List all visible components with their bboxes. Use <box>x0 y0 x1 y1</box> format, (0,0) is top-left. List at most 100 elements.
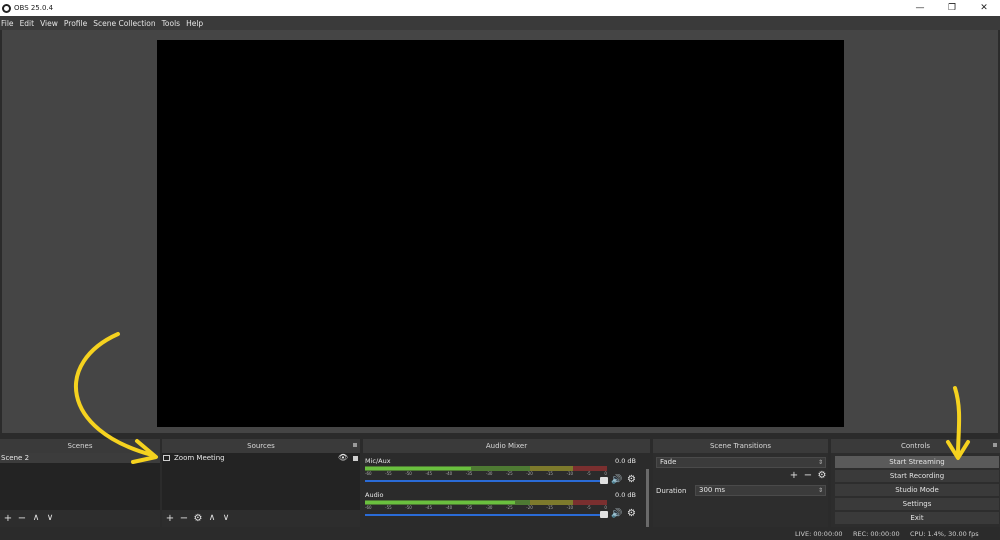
live-timer: LIVE: 00:00:00 <box>795 530 843 538</box>
audio-mixer-dock: Audio Mixer Mic/Aux 0.0 dB -60 -55 -50 -… <box>363 439 650 537</box>
tick-label: -30 <box>485 471 493 476</box>
add-scene-button[interactable]: + <box>1 512 15 524</box>
tick-label: -25 <box>506 505 513 510</box>
channel-db: 0.0 dB <box>615 457 636 465</box>
meter-level <box>365 501 516 504</box>
volume-slider-handle[interactable] <box>600 477 608 484</box>
tick-label: -55 <box>385 471 392 476</box>
start-recording-button[interactable]: Start Recording <box>835 470 999 482</box>
move-scene-up-button[interactable]: ∧ <box>29 512 43 524</box>
source-item[interactable]: Zoom Meeting 👁 <box>162 453 360 463</box>
preview-area <box>2 30 998 433</box>
menu-view[interactable]: View <box>40 19 58 28</box>
rec-timer: REC: 00:00:00 <box>853 530 900 538</box>
eye-icon[interactable]: 👁 <box>338 453 348 463</box>
scene-transitions-title-label: Scene Transitions <box>709 442 772 450</box>
duration-value: 300 ms <box>699 486 726 494</box>
tick-label: -35 <box>465 505 473 510</box>
transition-value: Fade <box>660 458 677 466</box>
move-source-up-button[interactable]: ∧ <box>205 512 219 524</box>
channel-settings-gear-icon[interactable]: ⚙ <box>627 508 636 519</box>
title-bar: OBS 25.0.4 — ❐ ✕ <box>0 0 1000 16</box>
source-properties-gear-icon[interactable]: ⚙ <box>191 512 205 524</box>
channel-name: Audio <box>365 491 384 499</box>
exit-button[interactable]: Exit <box>835 512 999 524</box>
remove-transition-button[interactable]: − <box>801 469 815 481</box>
sources-toolbar: + − ⚙ ∧ ∨ <box>162 511 233 525</box>
menu-profile[interactable]: Profile <box>64 19 87 28</box>
mixer-channel-mic: Mic/Aux 0.0 dB -60 -55 -50 -45 -40 -35 -… <box>365 457 640 491</box>
lock-icon[interactable] <box>353 456 358 461</box>
transition-properties-gear-icon[interactable]: ⚙ <box>815 469 829 481</box>
tick-label: -10 <box>566 505 574 510</box>
menu-help[interactable]: Help <box>186 19 203 28</box>
sources-title-label: Sources <box>247 442 275 450</box>
studio-mode-button[interactable]: Studio Mode <box>835 484 999 496</box>
add-source-button[interactable]: + <box>163 512 177 524</box>
maximize-button[interactable]: ❐ <box>936 0 968 16</box>
menu-tools[interactable]: Tools <box>162 19 180 28</box>
scenes-dock: Scenes Scene 2 + − ∧ ∨ <box>0 439 160 527</box>
close-button[interactable]: ✕ <box>968 0 1000 16</box>
preview-canvas[interactable] <box>157 40 844 427</box>
move-scene-down-button[interactable]: ∨ <box>43 512 57 524</box>
mixer-channel-audio: Audio 0.0 dB -60 -55 -50 -45 -40 -35 -30… <box>365 491 640 525</box>
scene-transitions-dock-title: Scene Transitions <box>653 439 828 453</box>
status-bar: LIVE: 00:00:00 REC: 00:00:00 CPU: 1.4%, … <box>0 527 1000 540</box>
tick-label: -60 <box>365 471 372 476</box>
scenes-toolbar: + − ∧ ∨ <box>0 511 57 525</box>
transition-toolbar: + − ⚙ <box>787 469 829 481</box>
tick-label: -30 <box>485 505 493 510</box>
window-capture-icon <box>163 455 170 461</box>
dock-pin-icon[interactable] <box>993 443 997 447</box>
speaker-mute-icon[interactable]: 🔊 <box>611 475 622 485</box>
menu-file[interactable]: File <box>1 19 14 28</box>
add-transition-button[interactable]: + <box>787 469 801 481</box>
cpu-fps-readout: CPU: 1.4%, 30.00 fps <box>910 530 979 538</box>
menu-scene-collection[interactable]: Scene Collection <box>93 19 155 28</box>
chevron-updown-icon: ⇕ <box>817 487 823 494</box>
scenes-list: Scene 2 <box>0 453 160 510</box>
tick-label: -45 <box>425 505 433 510</box>
move-source-down-button[interactable]: ∨ <box>219 512 233 524</box>
speaker-mute-icon[interactable]: 🔊 <box>611 509 622 519</box>
tick-label: -40 <box>445 505 453 510</box>
tick-label: -5 <box>586 471 591 476</box>
meter-ticks: -60 -55 -50 -45 -40 -35 -30 -25 -20 -15 … <box>365 471 607 477</box>
volume-slider-track[interactable] <box>365 480 607 482</box>
sources-list: Zoom Meeting 👁 <box>162 453 360 510</box>
tick-label: -5 <box>586 505 591 510</box>
meter-level <box>365 467 472 470</box>
audio-mixer-dock-title: Audio Mixer <box>363 439 650 453</box>
scenes-dock-title: Scenes <box>0 439 160 453</box>
sources-dock: Sources Zoom Meeting 👁 + − ⚙ ∧ ∨ <box>162 439 360 527</box>
menu-edit[interactable]: Edit <box>20 19 35 28</box>
tick-label: -35 <box>465 471 473 476</box>
window-controls: — ❐ ✕ <box>904 0 1000 16</box>
tick-label: -10 <box>566 471 574 476</box>
scenes-title-label: Scenes <box>67 442 93 450</box>
transition-select[interactable]: Fade ⇕ <box>656 457 826 468</box>
start-streaming-button[interactable]: Start Streaming <box>835 456 999 468</box>
tick-label: -45 <box>425 471 433 476</box>
settings-button[interactable]: Settings <box>835 498 999 510</box>
scene-item[interactable]: Scene 2 <box>0 453 160 463</box>
duration-input[interactable]: 300 ms ⇕ <box>695 485 826 496</box>
tick-label: -40 <box>445 471 453 476</box>
tick-label: -15 <box>546 471 553 476</box>
remove-scene-button[interactable]: − <box>15 512 29 524</box>
controls-dock-title: Controls <box>831 439 1000 453</box>
obs-logo-icon <box>2 3 11 13</box>
volume-slider-track[interactable] <box>365 514 607 516</box>
minimize-button[interactable]: — <box>904 0 936 16</box>
tick-label: -50 <box>405 505 412 510</box>
channel-name: Mic/Aux <box>365 457 391 465</box>
channel-settings-gear-icon[interactable]: ⚙ <box>627 474 636 485</box>
menu-bar: File Edit View Profile Scene Collection … <box>0 16 1000 30</box>
tick-label: -50 <box>405 471 412 476</box>
controls-title-label: Controls <box>901 442 930 450</box>
dock-pin-icon[interactable] <box>353 443 357 447</box>
remove-source-button[interactable]: − <box>177 512 191 524</box>
tick-label: -20 <box>526 471 533 476</box>
volume-slider-handle[interactable] <box>600 511 608 518</box>
